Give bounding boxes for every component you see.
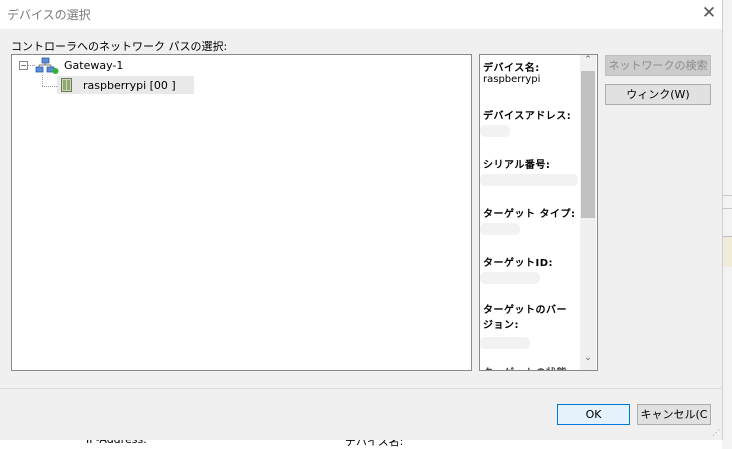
scroll-up-icon[interactable]: ⌃: [581, 55, 595, 69]
redacted-value: [480, 337, 530, 349]
tree-item-gateway[interactable]: Gateway-1: [64, 59, 123, 72]
title-bar: [0, 0, 722, 29]
redacted-value: [480, 174, 578, 186]
scroll-down-icon[interactable]: ⌄: [581, 353, 595, 367]
tree-item-device-label[interactable]: raspberrypi [00 ]: [83, 79, 176, 92]
background-divider: [722, 195, 732, 196]
redacted-value: [480, 125, 510, 137]
close-icon[interactable]: ✕: [700, 3, 718, 23]
redacted-value: [480, 223, 520, 235]
dialog-title: デバイスの選択: [7, 8, 91, 22]
network-tree[interactable]: [11, 54, 472, 371]
network-path-label: コントローラへのネットワーク パスの選択:: [11, 40, 228, 53]
device-icon: [61, 78, 72, 92]
serial-number-label: シリアル番号:: [483, 160, 551, 171]
collapse-icon[interactable]: −: [19, 61, 28, 70]
redacted-value: [480, 272, 540, 284]
device-name-value: raspberrypi: [483, 74, 541, 85]
device-address-label: デバイスアドレス:: [483, 111, 572, 122]
target-type-label: ターゲット タイプ:: [483, 209, 576, 220]
tree-connector: [28, 65, 35, 66]
resize-grip-icon[interactable]: ⋰: [712, 428, 721, 437]
tree-connector: [42, 86, 57, 87]
cancel-button[interactable]: キャンセル(C: [637, 404, 711, 425]
device-name-label: デバイス名:: [483, 63, 540, 74]
network-gateway-icon: [35, 57, 59, 74]
wink-button[interactable]: ウィンク(W): [605, 84, 711, 105]
device-properties-panel: デバイス名: raspberrypi デバイスアドレス: シリアル番号: ターゲ…: [479, 54, 598, 371]
truncated-label: ターゲットの状態:: [483, 364, 572, 370]
target-id-label: ターゲットID:: [483, 258, 554, 269]
target-version-label: ターゲットのバージョン:: [483, 305, 567, 331]
background-divider: [722, 208, 732, 209]
scrollbar-thumb[interactable]: [581, 71, 595, 218]
background-panel: [723, 236, 732, 267]
network-search-button[interactable]: ネットワークの検索: [605, 55, 711, 76]
ok-button[interactable]: OK: [557, 404, 630, 425]
background-window-edge: [722, 0, 732, 449]
footer-divider: [0, 388, 722, 389]
tree-connector: [42, 75, 43, 86]
